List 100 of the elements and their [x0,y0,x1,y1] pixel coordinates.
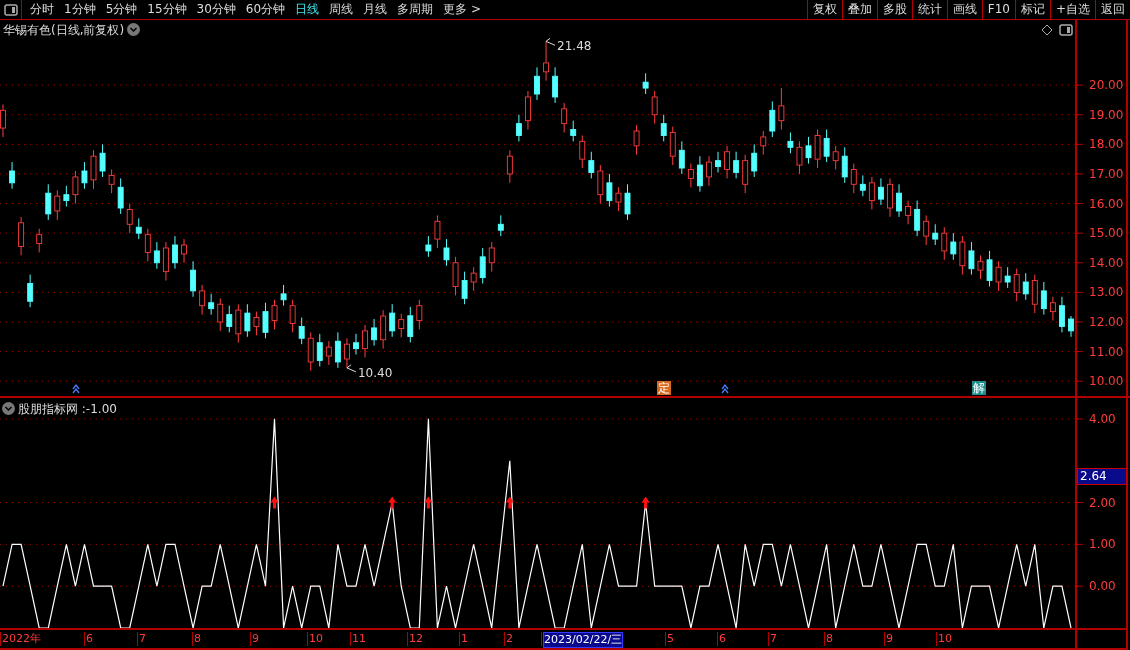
candle [751,143,758,178]
candle [108,169,115,194]
candle [470,266,477,292]
candle [814,129,821,169]
period-tab[interactable]: 60分钟 [240,0,291,19]
candle [443,238,450,267]
period-tab[interactable]: 5分钟 [100,0,143,19]
candle [787,132,794,154]
candle [135,217,142,240]
signal-tag: 解 [972,381,986,395]
candle [561,102,568,133]
candle [434,214,441,249]
candle [715,151,721,173]
period-tab[interactable]: 周线 [324,0,359,19]
more-menu[interactable]: 更多 > [438,0,486,19]
signal-arrow-icon [641,496,650,509]
candle [144,228,151,262]
date-label: 5 [667,632,674,646]
candle [371,318,378,347]
candle [289,299,296,333]
candle [506,149,513,184]
axis-label: 12.00 [1089,315,1124,329]
candle [841,146,848,184]
date-label: 9 [252,632,259,646]
toolbar-button[interactable]: +自选 [1049,0,1095,19]
period-tab[interactable]: 分时 [25,0,59,19]
period-tab[interactable]: 15分钟 [142,0,192,19]
toolbar-button[interactable]: 复权 [806,0,842,19]
candle [199,284,206,316]
axis-label: 19.00 [1089,107,1124,122]
panel-toggle-icon[interactable] [3,4,18,16]
toolbar-button[interactable]: 叠加 [841,0,877,19]
candle [968,241,975,276]
candle [452,256,459,296]
candle [624,183,631,221]
toolbar-button[interactable]: 多股 [876,0,912,19]
candle [461,271,468,305]
candle [36,228,43,253]
candle [977,254,984,280]
candle [1031,274,1038,314]
candle [253,311,260,336]
candle [307,331,314,372]
period-tab[interactable]: 1分钟 [59,0,101,19]
candle [117,177,124,215]
period-tab[interactable]: 月线 [358,0,393,19]
candle [280,284,287,307]
candle [190,260,196,298]
candle [1059,296,1065,333]
panel-toggle-icon[interactable] [1059,24,1073,36]
date-label: 6 [86,632,93,646]
date-label: 2 [506,632,513,646]
candle [959,235,966,276]
axis-label: 10.00 [1089,374,1124,389]
candle [597,164,604,205]
axis-label: 18.00 [1089,137,1124,152]
period-tab[interactable]: 多周期 [392,0,439,19]
candle [72,170,79,205]
candle [515,114,522,142]
candle [552,66,559,104]
dropdown-icon[interactable] [2,402,15,415]
candle [805,136,812,165]
candle [181,238,187,264]
toolbar-button[interactable]: 返回 [1095,0,1130,19]
candle [235,303,242,344]
candle [153,241,160,270]
toolbar-button[interactable]: 画线 [946,0,982,19]
candle [859,174,866,197]
candle [488,241,495,273]
period-tab[interactable]: 日线 [290,0,325,19]
date-label: 2022年 [2,632,41,646]
candle [172,235,178,270]
axis-label: 17.00 [1089,166,1124,181]
dropdown-icon[interactable] [127,23,140,36]
signal-tag: 定 [657,381,671,395]
axis-label: 16.00 [1089,196,1124,211]
signal-arrow-icon [388,496,397,509]
candle [497,214,504,237]
leader-line [545,37,556,46]
candle [868,176,875,210]
candle [660,114,667,142]
diamond-icon[interactable] [1041,24,1053,36]
high-price-label: 21.48 [557,38,592,56]
period-tab[interactable]: 30分钟 [191,0,241,19]
toolbar-button[interactable]: 标记 [1014,0,1050,19]
candle [905,200,912,225]
candle [914,200,921,237]
candle [769,100,776,138]
candle [606,173,613,207]
candle [316,333,323,367]
axis-label: 11.00 [1089,344,1124,359]
toolbar-button[interactable]: 统计 [911,0,947,19]
candle [651,90,658,125]
candle [696,155,703,193]
candle [1004,266,1011,289]
candle [742,154,749,194]
toolbar-button[interactable]: F10 [981,0,1015,19]
value-readout: 2.64 [1077,467,1127,485]
date-label: 8 [194,632,201,646]
candle [380,309,387,350]
candle [760,130,767,156]
